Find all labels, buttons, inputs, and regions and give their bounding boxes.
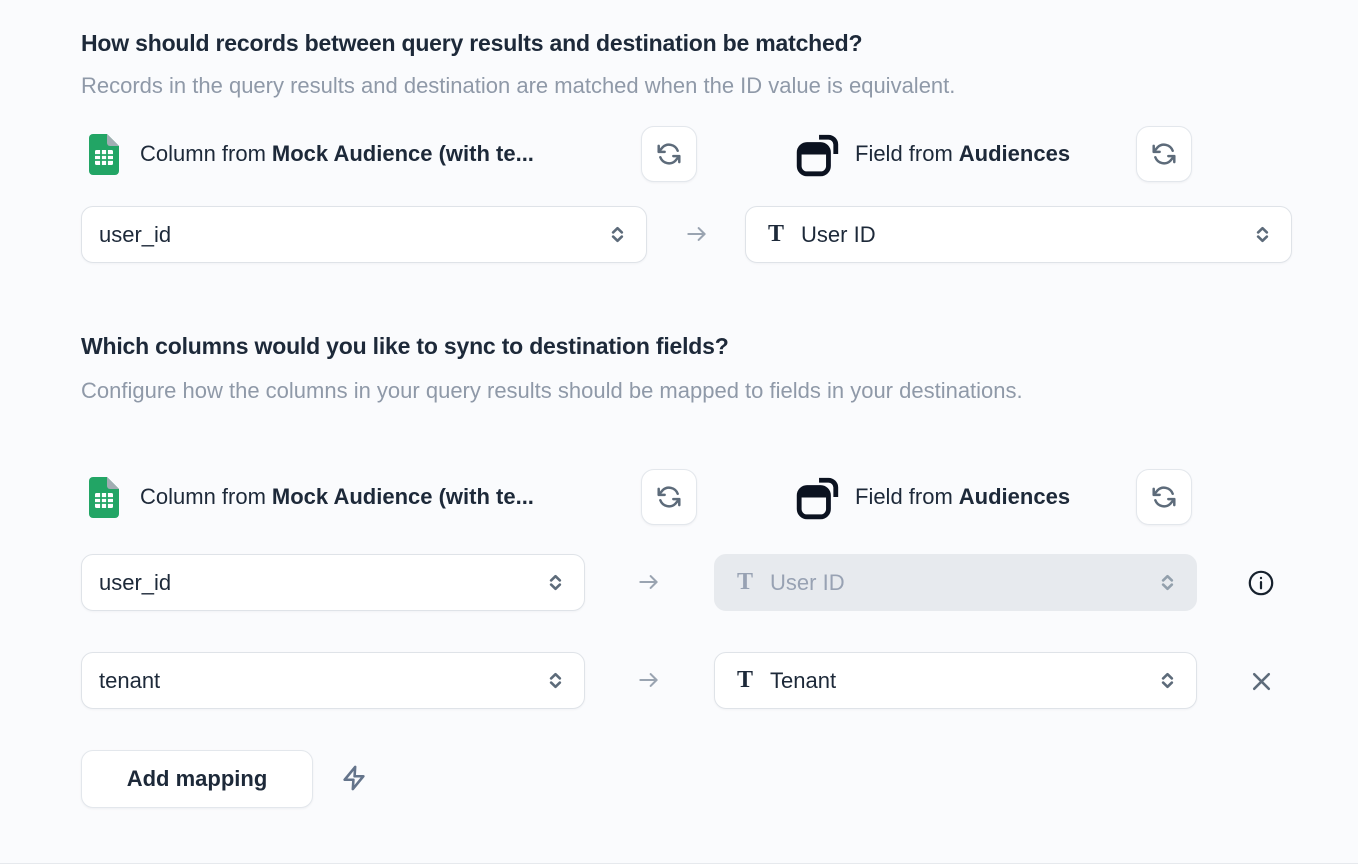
source-header-prefix: Column from <box>140 141 266 166</box>
chevrons-up-down-icon <box>1157 572 1178 593</box>
refresh-dest-fields-button[interactable] <box>1136 469 1192 525</box>
chevrons-up-down-icon <box>1157 670 1178 691</box>
mapping-row-source-select[interactable]: tenant <box>81 652 585 709</box>
match-dest-value: User ID <box>801 222 1252 248</box>
mappings-dest-header: Field fromAudiences <box>855 469 1070 525</box>
match-section-subtitle: Records in the query results and destina… <box>81 66 955 106</box>
source-name: Mock Audience (with te... <box>272 484 534 509</box>
refresh-dest-fields-button[interactable] <box>1136 126 1192 182</box>
dest-name: Audiences <box>959 484 1070 509</box>
refresh-icon <box>656 484 682 510</box>
match-source-select[interactable]: user_id <box>81 206 647 263</box>
match-source-header: Column fromMock Audience (with te... <box>140 126 534 182</box>
chevrons-up-down-icon <box>545 572 566 593</box>
mapping-source-value: tenant <box>99 668 545 694</box>
remove-mapping-button[interactable] <box>1247 667 1275 695</box>
refresh-icon <box>656 141 682 167</box>
refresh-source-columns-button[interactable] <box>641 126 697 182</box>
text-type-icon: T <box>768 221 784 248</box>
mappings-section-subtitle: Configure how the columns in your query … <box>81 371 1081 411</box>
refresh-icon <box>1151 141 1177 167</box>
sync-configuration-panel: How should records between query results… <box>0 0 1358 864</box>
dest-header-prefix: Field from <box>855 141 953 166</box>
match-section-heading: How should records between query results… <box>81 30 862 57</box>
google-sheets-icon <box>88 133 120 175</box>
arrow-right-icon <box>684 221 710 247</box>
mapping-row-dest-select[interactable]: T Tenant <box>714 652 1197 709</box>
refresh-icon <box>1151 484 1177 510</box>
mapping-row-source-select[interactable]: user_id <box>81 554 585 611</box>
text-type-icon: T <box>737 667 753 694</box>
lightning-bolt-icon <box>340 764 368 792</box>
source-header-prefix: Column from <box>140 484 266 509</box>
x-icon <box>1248 668 1275 695</box>
mappings-source-header: Column fromMock Audience (with te... <box>140 469 534 525</box>
mapping-source-value: user_id <box>99 570 545 596</box>
match-source-value: user_id <box>99 222 607 248</box>
chevrons-up-down-icon <box>607 224 628 245</box>
google-sheets-icon <box>88 476 120 518</box>
dest-header-prefix: Field from <box>855 484 953 509</box>
audiences-icon <box>795 475 841 521</box>
source-name: Mock Audience (with te... <box>272 141 534 166</box>
chevrons-up-down-icon <box>1252 224 1273 245</box>
arrow-right-icon <box>636 569 662 595</box>
mapping-info-button[interactable] <box>1247 569 1275 597</box>
text-type-icon: T <box>737 569 753 596</box>
suggest-mappings-button[interactable] <box>338 762 370 794</box>
arrow-right-icon <box>636 667 662 693</box>
dest-name: Audiences <box>959 141 1070 166</box>
match-dest-header: Field fromAudiences <box>855 126 1070 182</box>
info-circle-icon <box>1247 569 1275 597</box>
audiences-icon <box>795 132 841 178</box>
mapping-dest-value: User ID <box>770 570 1157 596</box>
chevrons-up-down-icon <box>545 670 566 691</box>
add-mapping-button[interactable]: Add mapping <box>81 750 313 808</box>
refresh-source-columns-button[interactable] <box>641 469 697 525</box>
mapping-row-dest-select-disabled: T User ID <box>714 554 1197 611</box>
mapping-dest-value: Tenant <box>770 668 1157 694</box>
match-dest-select[interactable]: T User ID <box>745 206 1292 263</box>
mappings-section-heading: Which columns would you like to sync to … <box>81 333 729 360</box>
